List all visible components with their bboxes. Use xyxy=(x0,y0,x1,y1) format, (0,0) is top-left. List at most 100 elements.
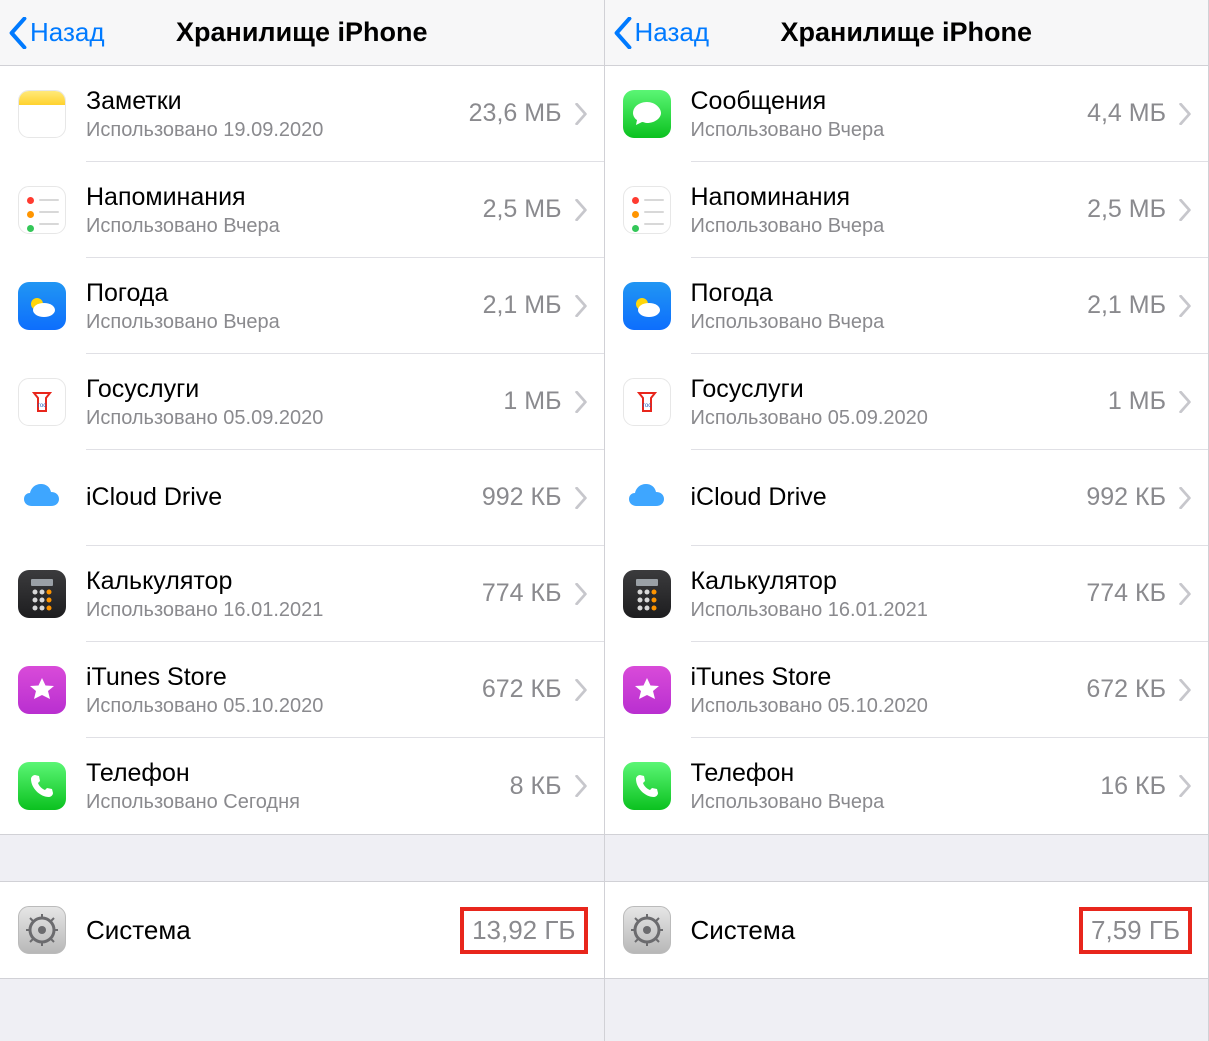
app-name: Телефон xyxy=(86,758,510,788)
icloud-drive-icon xyxy=(623,474,671,522)
app-last-used: Использовано 05.09.2020 xyxy=(86,406,503,430)
app-name: iCloud Drive xyxy=(691,482,1087,512)
app-row-phone[interactable]: Телефон Использовано Вчера 16 КБ xyxy=(605,738,1209,834)
app-row-icloud-drive[interactable]: iCloud Drive 992 КБ xyxy=(605,450,1209,546)
app-row-weather[interactable]: Погода Использовано Вчера 2,1 МБ xyxy=(0,258,604,354)
back-label: Назад xyxy=(30,17,105,48)
back-button[interactable]: Назад xyxy=(8,17,105,49)
storage-pane-right: Назад Хранилище iPhone Сообщения Использ… xyxy=(605,0,1209,1041)
app-name: Погода xyxy=(691,278,1088,308)
app-last-used: Использовано Вчера xyxy=(691,118,1088,142)
back-button[interactable]: Назад xyxy=(613,17,710,49)
app-last-used: Использовано Вчера xyxy=(86,310,483,334)
reminders-icon xyxy=(18,186,66,234)
app-size: 774 КБ xyxy=(1086,579,1166,608)
app-row-calculator[interactable]: Калькулятор Использовано 16.01.2021 774 … xyxy=(0,546,604,642)
app-size: 4,4 МБ xyxy=(1087,99,1166,128)
app-storage-list: Заметки Использовано 19.09.2020 23,6 МБ … xyxy=(0,66,604,834)
svg-text:гос: гос xyxy=(642,403,650,409)
nav-header: Назад Хранилище iPhone xyxy=(0,0,604,66)
chevron-right-icon xyxy=(1178,583,1192,605)
app-size: 992 КБ xyxy=(1086,483,1166,512)
app-row-phone[interactable]: Телефон Использовано Сегодня 8 КБ xyxy=(0,738,604,834)
app-row-reminders[interactable]: Напоминания Использовано Вчера 2,5 МБ xyxy=(0,162,604,258)
svg-text:гос: гос xyxy=(38,403,46,409)
app-name: Госуслуги xyxy=(691,374,1108,404)
app-row-icloud-drive[interactable]: iCloud Drive 992 КБ xyxy=(0,450,604,546)
app-last-used: Использовано Вчера xyxy=(691,310,1088,334)
system-row[interactable]: Система 7,59 ГБ xyxy=(605,882,1209,978)
chevron-right-icon xyxy=(574,295,588,317)
icloud-drive-icon xyxy=(18,474,66,522)
settings-icon xyxy=(18,906,66,954)
app-row-notes[interactable]: Заметки Использовано 19.09.2020 23,6 МБ xyxy=(0,66,604,162)
gosuslugi-icon: гос xyxy=(623,378,671,426)
section-gap xyxy=(605,834,1209,882)
chevron-left-icon xyxy=(8,17,28,49)
gosuslugi-icon: гос xyxy=(18,378,66,426)
app-size: 8 КБ xyxy=(510,772,562,801)
notes-icon xyxy=(18,90,66,138)
chevron-right-icon xyxy=(1178,775,1192,797)
app-size: 2,1 МБ xyxy=(483,291,562,320)
app-row-calculator[interactable]: Калькулятор Использовано 16.01.2021 774 … xyxy=(605,546,1209,642)
chevron-right-icon xyxy=(1178,487,1192,509)
weather-icon xyxy=(623,282,671,330)
chevron-right-icon xyxy=(574,583,588,605)
app-size: 672 КБ xyxy=(1086,675,1166,704)
app-last-used: Использовано 05.10.2020 xyxy=(86,694,482,718)
app-row-weather[interactable]: Погода Использовано Вчера 2,1 МБ xyxy=(605,258,1209,354)
app-row-messages[interactable]: Сообщения Использовано Вчера 4,4 МБ xyxy=(605,66,1209,162)
messages-icon xyxy=(623,90,671,138)
settings-icon xyxy=(623,906,671,954)
app-size: 2,5 МБ xyxy=(1087,195,1166,224)
app-name: Госуслуги xyxy=(86,374,503,404)
app-name: Напоминания xyxy=(691,182,1088,212)
system-section: Система 7,59 ГБ xyxy=(605,882,1209,978)
app-row-gosuslugi[interactable]: гос Госуслуги Использовано 05.09.2020 1 … xyxy=(0,354,604,450)
app-last-used: Использовано Вчера xyxy=(86,214,483,238)
app-name: iTunes Store xyxy=(691,662,1087,692)
app-row-itunes-store[interactable]: iTunes Store Использовано 05.10.2020 672… xyxy=(0,642,604,738)
app-name: Сообщения xyxy=(691,86,1088,116)
chevron-right-icon xyxy=(574,391,588,413)
phone-icon xyxy=(18,762,66,810)
itunes-store-icon xyxy=(18,666,66,714)
app-last-used: Использовано 16.01.2021 xyxy=(86,598,482,622)
chevron-right-icon xyxy=(574,103,588,125)
chevron-right-icon xyxy=(1178,391,1192,413)
chevron-right-icon xyxy=(1178,679,1192,701)
calculator-icon xyxy=(623,570,671,618)
app-name: Напоминания xyxy=(86,182,483,212)
nav-header: Назад Хранилище iPhone xyxy=(605,0,1209,66)
app-name: Заметки xyxy=(86,86,469,116)
chevron-right-icon xyxy=(574,775,588,797)
chevron-right-icon xyxy=(574,679,588,701)
system-row[interactable]: Система 13,92 ГБ xyxy=(0,882,604,978)
app-row-reminders[interactable]: Напоминания Использовано Вчера 2,5 МБ xyxy=(605,162,1209,258)
app-row-itunes-store[interactable]: iTunes Store Использовано 05.10.2020 672… xyxy=(605,642,1209,738)
calculator-icon xyxy=(18,570,66,618)
chevron-right-icon xyxy=(574,487,588,509)
weather-icon xyxy=(18,282,66,330)
system-label: Система xyxy=(691,915,1072,946)
chevron-right-icon xyxy=(1178,199,1192,221)
app-size: 774 КБ xyxy=(482,579,562,608)
chevron-left-icon xyxy=(613,17,633,49)
chevron-right-icon xyxy=(1178,295,1192,317)
app-size: 16 КБ xyxy=(1100,772,1166,801)
reminders-icon xyxy=(623,186,671,234)
system-size: 13,92 ГБ xyxy=(472,915,575,945)
chevron-right-icon xyxy=(574,199,588,221)
itunes-store-icon xyxy=(623,666,671,714)
app-last-used: Использовано Вчера xyxy=(691,214,1088,238)
app-last-used: Использовано 05.10.2020 xyxy=(691,694,1087,718)
app-row-gosuslugi[interactable]: гос Госуслуги Использовано 05.09.2020 1 … xyxy=(605,354,1209,450)
app-last-used: Использовано Вчера xyxy=(691,790,1101,814)
system-label: Система xyxy=(86,915,452,946)
bottom-spacer xyxy=(605,978,1209,1041)
app-size: 23,6 МБ xyxy=(469,99,562,128)
highlight-annotation: 7,59 ГБ xyxy=(1079,907,1192,954)
app-size: 672 КБ xyxy=(482,675,562,704)
chevron-right-icon xyxy=(1178,103,1192,125)
